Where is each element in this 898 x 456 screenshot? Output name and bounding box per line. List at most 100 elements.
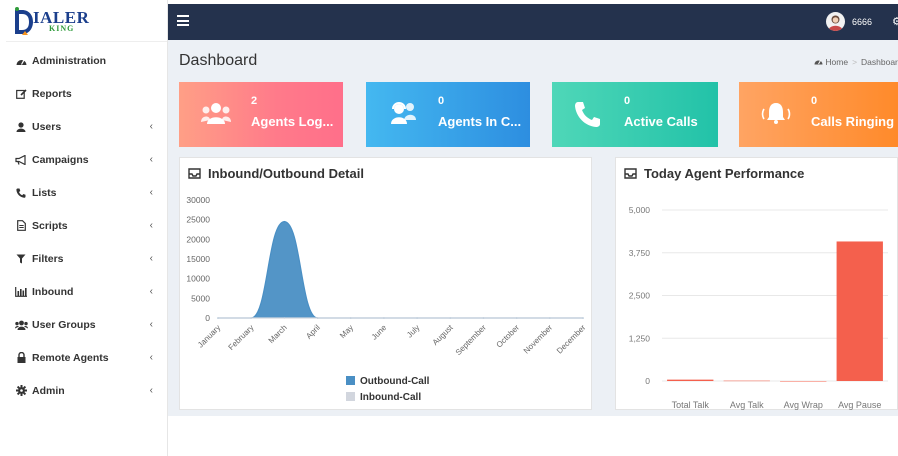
sidebar-item-inbound[interactable]: Inbound ‹ bbox=[6, 275, 167, 308]
bell-icon bbox=[761, 100, 791, 128]
data-point bbox=[515, 317, 518, 319]
data-point bbox=[449, 317, 452, 319]
top-navbar: 6666 ⚙ bbox=[168, 4, 898, 40]
data-point bbox=[283, 220, 286, 223]
data-point bbox=[217, 317, 219, 319]
sidebar-item-filters[interactable]: Filters ‹ bbox=[6, 242, 167, 275]
filter-icon bbox=[14, 254, 28, 264]
megaphone-icon bbox=[14, 154, 28, 165]
x-tick-label: August bbox=[431, 323, 456, 348]
data-point bbox=[582, 317, 584, 319]
users-icon bbox=[14, 320, 28, 330]
sidebar-item-campaigns[interactable]: Campaigns ‹ bbox=[6, 143, 167, 176]
sidebar-item-label: Users bbox=[32, 120, 62, 133]
dashboard-icon bbox=[14, 56, 28, 66]
data-point bbox=[383, 317, 385, 319]
sidebar-item-label: Admin bbox=[32, 384, 65, 397]
bar-total-talk bbox=[667, 379, 714, 381]
sidebar-nav: Administration Reports Users ‹ Campaigns ‹ Lis… bbox=[6, 44, 167, 407]
y-tick-label: 1,250 bbox=[629, 333, 651, 343]
menu-toggle-icon[interactable] bbox=[177, 15, 189, 27]
y-tick-label: 30000 bbox=[186, 195, 210, 205]
breadcrumb-home[interactable]: Home bbox=[825, 57, 848, 67]
card-agents-logged[interactable]: 2 Agents Log... bbox=[179, 82, 343, 147]
dashboard-icon bbox=[814, 57, 825, 67]
data-point bbox=[283, 317, 286, 319]
user-name[interactable]: 6666 bbox=[852, 17, 872, 27]
chevron-left-icon[interactable]: ‹ bbox=[150, 286, 153, 297]
bar-avg-wrap bbox=[780, 381, 827, 382]
chevron-left-icon[interactable]: ‹ bbox=[150, 319, 153, 330]
chevron-left-icon[interactable]: ‹ bbox=[150, 220, 153, 231]
y-tick-label: 20000 bbox=[186, 234, 210, 244]
bar-avg-pause bbox=[836, 241, 883, 381]
y-tick-label: 2,500 bbox=[629, 291, 651, 301]
y-tick-label: 0 bbox=[645, 376, 650, 386]
bar-avg-talk bbox=[723, 380, 770, 382]
x-tick-label: December bbox=[555, 323, 588, 356]
data-point bbox=[416, 317, 418, 319]
file-icon bbox=[14, 220, 28, 231]
y-tick-label: 10000 bbox=[186, 274, 210, 284]
x-tick-label: September bbox=[454, 323, 488, 357]
sidebar-item-label: Administration bbox=[32, 54, 107, 67]
sidebar-item-users[interactable]: Users ‹ bbox=[6, 110, 167, 143]
logo-d-mark-icon bbox=[12, 6, 33, 36]
y-tick-label: 0 bbox=[205, 313, 210, 323]
sidebar-item-label: Campaigns bbox=[32, 153, 89, 166]
page-footer-area bbox=[168, 416, 898, 456]
sidebar-item-lists[interactable]: Lists ‹ bbox=[6, 176, 167, 209]
data-point bbox=[349, 317, 352, 319]
card-value: 0 bbox=[811, 95, 818, 107]
sidebar-item-admin[interactable]: Admin ‹ bbox=[6, 374, 167, 407]
x-tick-label: January bbox=[196, 323, 222, 349]
sidebar-item-remote-agents[interactable]: Remote Agents ‹ bbox=[6, 341, 167, 374]
data-point bbox=[250, 317, 252, 319]
sidebar-item-label: Reports bbox=[32, 87, 72, 100]
chevron-left-icon[interactable]: ‹ bbox=[150, 385, 153, 396]
app-logo[interactable]: IALER KING bbox=[6, 0, 167, 42]
chevron-left-icon[interactable]: ‹ bbox=[150, 187, 153, 198]
sidebar-item-user-groups[interactable]: User Groups ‹ bbox=[6, 308, 167, 341]
phone-icon bbox=[14, 188, 28, 198]
card-active-calls[interactable]: 0 Active Calls bbox=[552, 82, 718, 147]
y-tick-label: 3,750 bbox=[629, 248, 651, 258]
inbound-outbound-panel: Inbound/Outbound Detail 30000 25000 20000 1… bbox=[179, 157, 592, 410]
legend-label: Inbound-Call bbox=[360, 392, 421, 403]
x-tick-label: March bbox=[267, 323, 289, 345]
data-point bbox=[549, 317, 551, 319]
card-calls-ringing[interactable]: 0 Calls Ringing bbox=[739, 82, 898, 147]
sidebar-item-reports[interactable]: Reports bbox=[6, 77, 167, 110]
chevron-left-icon[interactable]: ‹ bbox=[150, 121, 153, 132]
sidebar: IALER KING Administration Reports Users ‹ Ca… bbox=[6, 0, 168, 456]
breadcrumb-current: Dashboard bbox=[861, 57, 898, 67]
legend-label: Outbound-Call bbox=[360, 376, 430, 387]
phone-icon bbox=[574, 100, 604, 128]
main-content: Dashboard Home>Dashboard 2 Agents Log...… bbox=[168, 40, 898, 416]
card-label: Agents Log... bbox=[251, 114, 334, 129]
data-point bbox=[316, 317, 319, 319]
chevron-left-icon[interactable]: ‹ bbox=[150, 253, 153, 264]
card-agents-in-call[interactable]: 0 Agents In C... bbox=[366, 82, 530, 147]
x-tick-label: Avg Talk bbox=[730, 400, 764, 410]
edit-icon bbox=[14, 88, 28, 99]
card-value: 0 bbox=[438, 95, 445, 107]
x-tick-label: February bbox=[227, 323, 256, 352]
card-value: 2 bbox=[251, 95, 258, 107]
x-tick-label: October bbox=[495, 323, 522, 350]
avatar[interactable] bbox=[826, 12, 845, 31]
bar-chart-icon bbox=[14, 286, 28, 297]
sidebar-item-scripts[interactable]: Scripts ‹ bbox=[6, 209, 167, 242]
sidebar-item-label: Filters bbox=[32, 252, 64, 265]
chevron-left-icon[interactable]: ‹ bbox=[150, 154, 153, 165]
sidebar-item-administration[interactable]: Administration bbox=[6, 44, 167, 77]
settings-gear-icon[interactable]: ⚙ bbox=[892, 15, 898, 28]
x-tick-label: April bbox=[304, 323, 322, 341]
x-tick-label: Avg Pause bbox=[838, 400, 881, 410]
page-title: Dashboard bbox=[179, 52, 258, 69]
x-tick-label: May bbox=[338, 323, 355, 340]
sidebar-item-label: User Groups bbox=[32, 318, 96, 331]
chevron-left-icon[interactable]: ‹ bbox=[150, 352, 153, 363]
sidebar-item-label: Inbound bbox=[32, 285, 74, 298]
headset-users-icon bbox=[388, 100, 418, 128]
